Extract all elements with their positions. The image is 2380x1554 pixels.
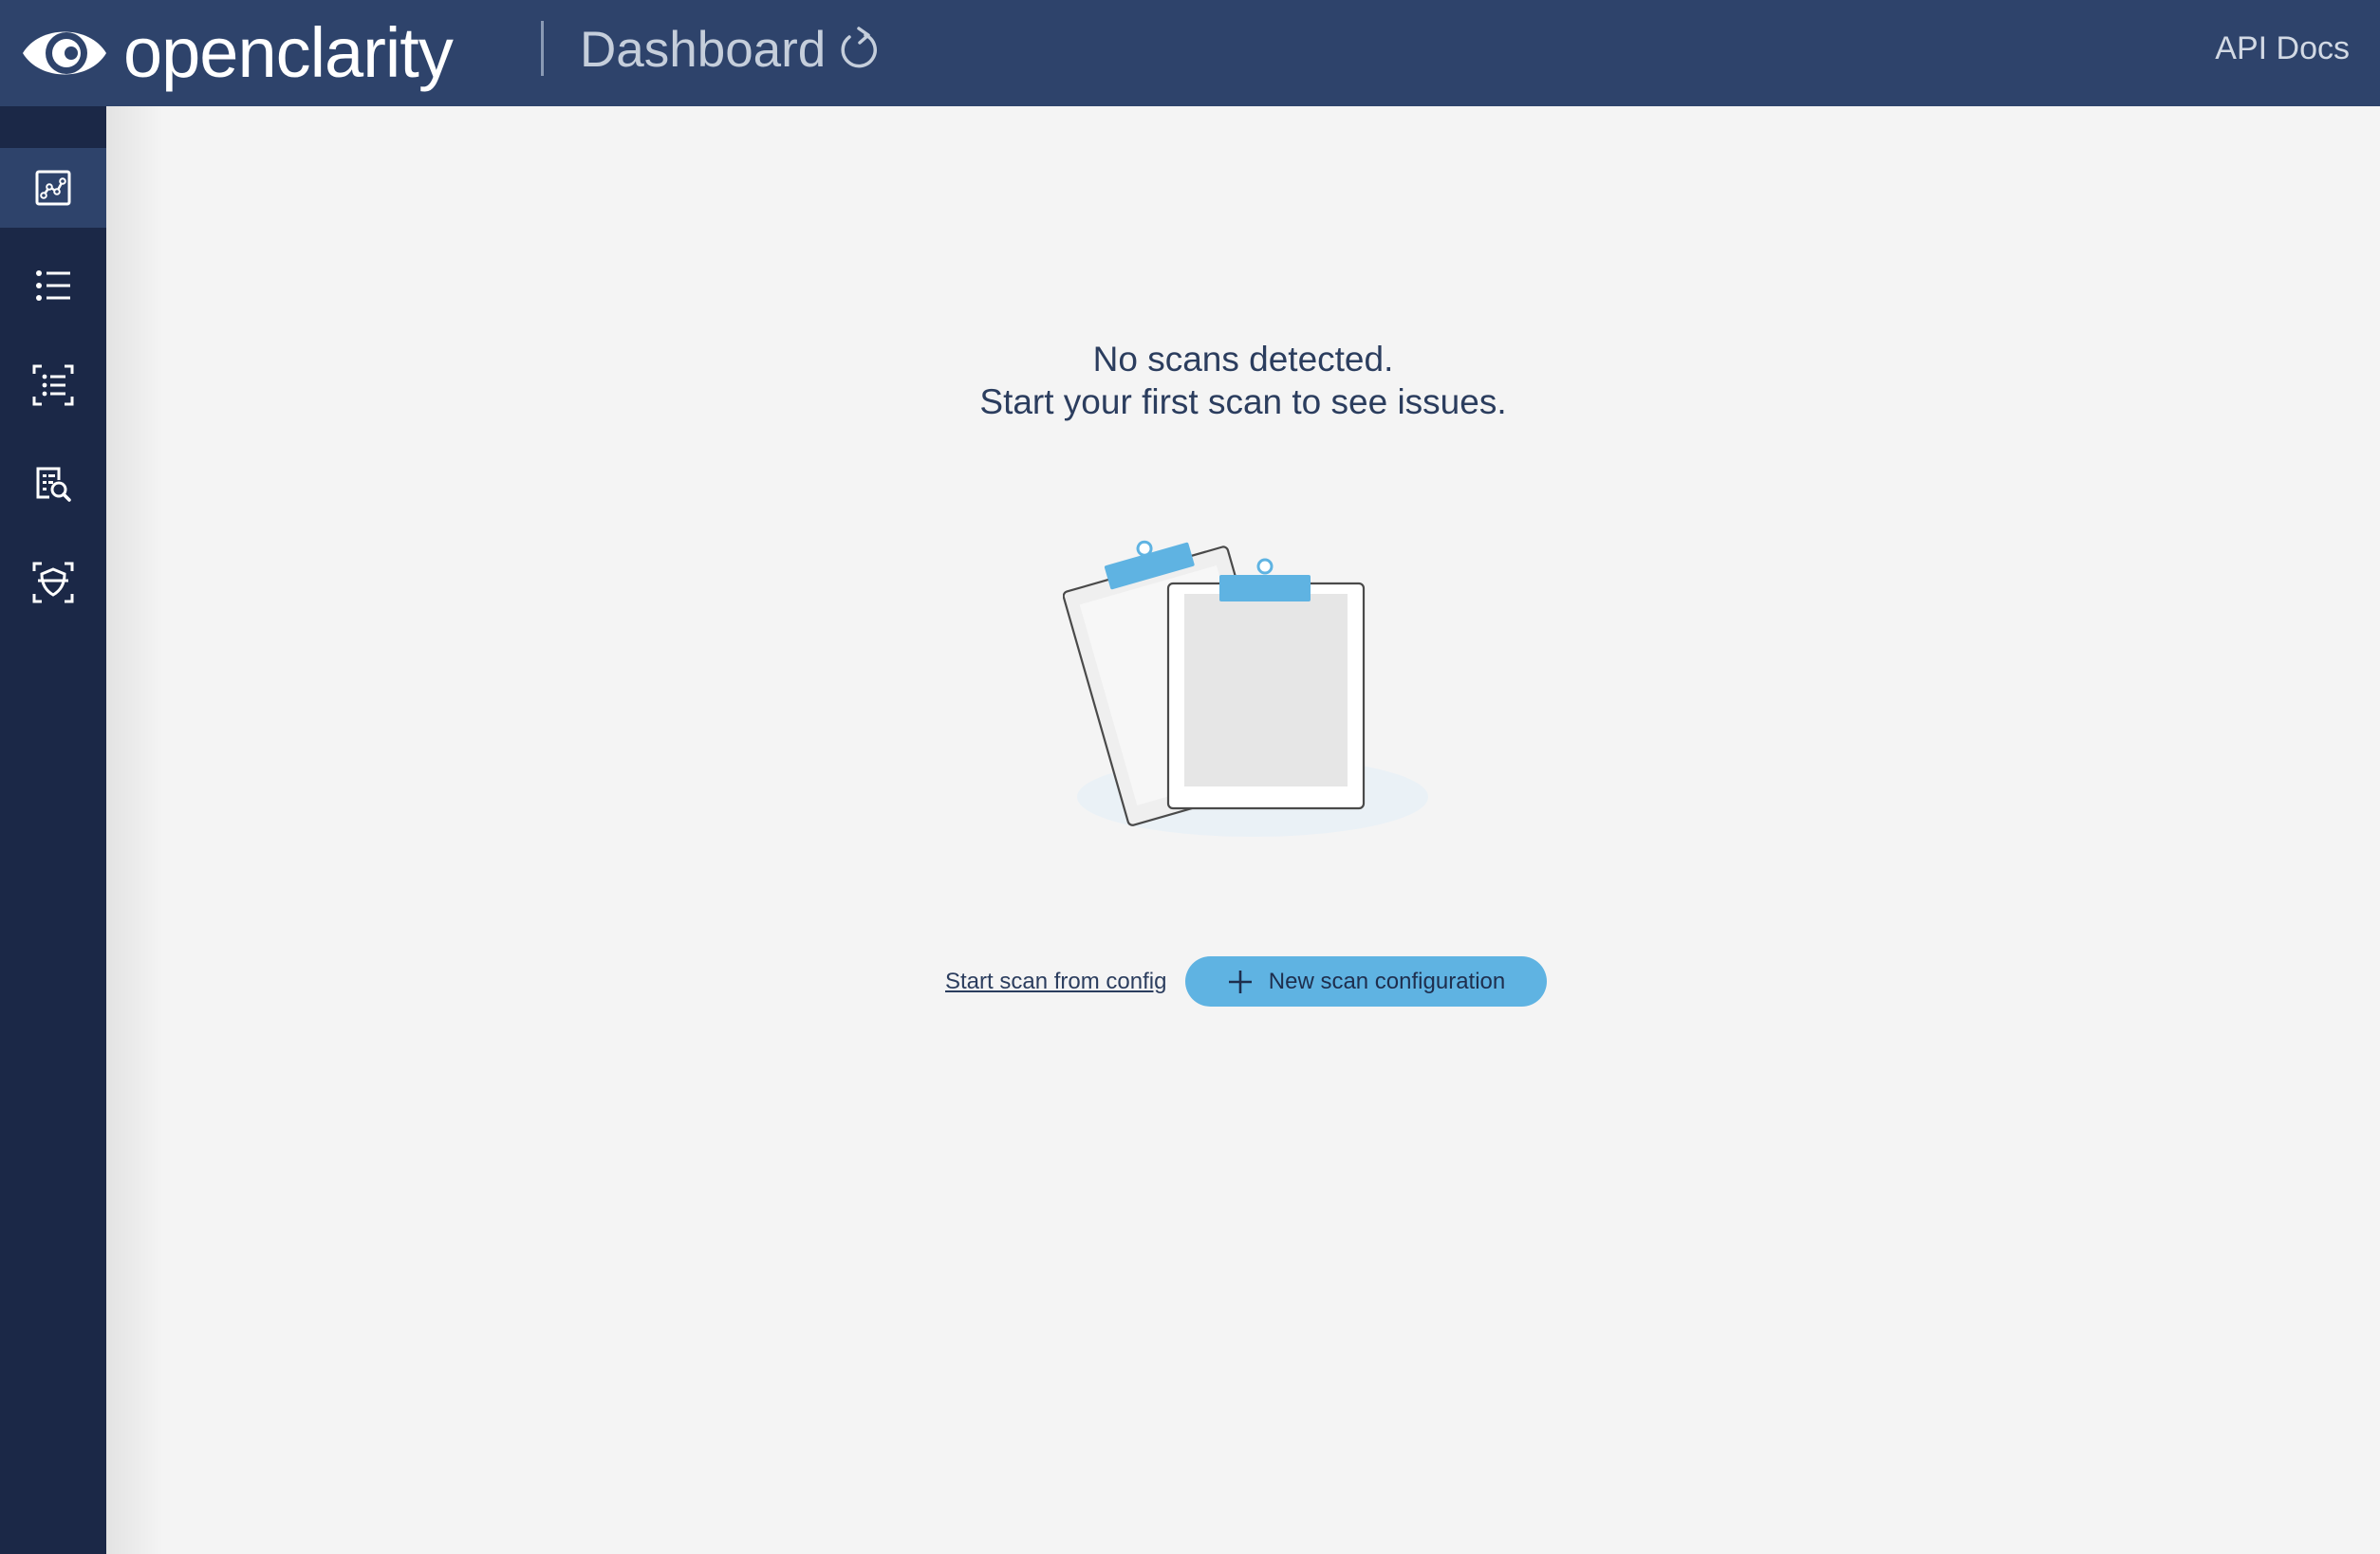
header-divider (541, 21, 544, 76)
logo-text: openclarity (123, 13, 454, 92)
empty-state-line-2: Start your first scan to see issues. (979, 382, 1507, 421)
new-scan-configuration-button[interactable]: New scan configuration (1185, 956, 1547, 1007)
sidebar (0, 106, 106, 1554)
empty-state-message: No scans detected. Start your first scan… (106, 338, 2380, 423)
list-icon (36, 270, 70, 301)
document-search-icon (36, 467, 71, 502)
plus-icon (1228, 970, 1252, 993)
top-bar: openclarity Dashboard API Docs (0, 0, 2380, 106)
refresh-icon[interactable] (837, 27, 881, 72)
sidebar-item-dashboard[interactable] (0, 148, 106, 228)
logo[interactable]: openclarity (19, 13, 454, 93)
eye-logo-icon (23, 31, 106, 75)
empty-state-line-1: No scans detected. (1092, 340, 1394, 379)
page-title: Dashboard (580, 22, 827, 78)
dashboard-chart-icon (35, 170, 71, 206)
new-scan-configuration-label: New scan configuration (1268, 968, 1506, 994)
sidebar-item-findings[interactable] (0, 444, 106, 524)
clipboards-illustration (1063, 540, 1428, 837)
sidebar-shadow (106, 106, 163, 1554)
shield-scan-icon (32, 562, 74, 603)
sidebar-item-security[interactable] (0, 543, 106, 622)
sidebar-item-scan-list[interactable] (0, 345, 106, 425)
scan-list-icon (32, 364, 74, 406)
api-docs-link[interactable]: API Docs (2215, 28, 2350, 68)
sidebar-item-list[interactable] (0, 247, 106, 326)
start-scan-from-config-link[interactable]: Start scan from config (945, 968, 1166, 996)
